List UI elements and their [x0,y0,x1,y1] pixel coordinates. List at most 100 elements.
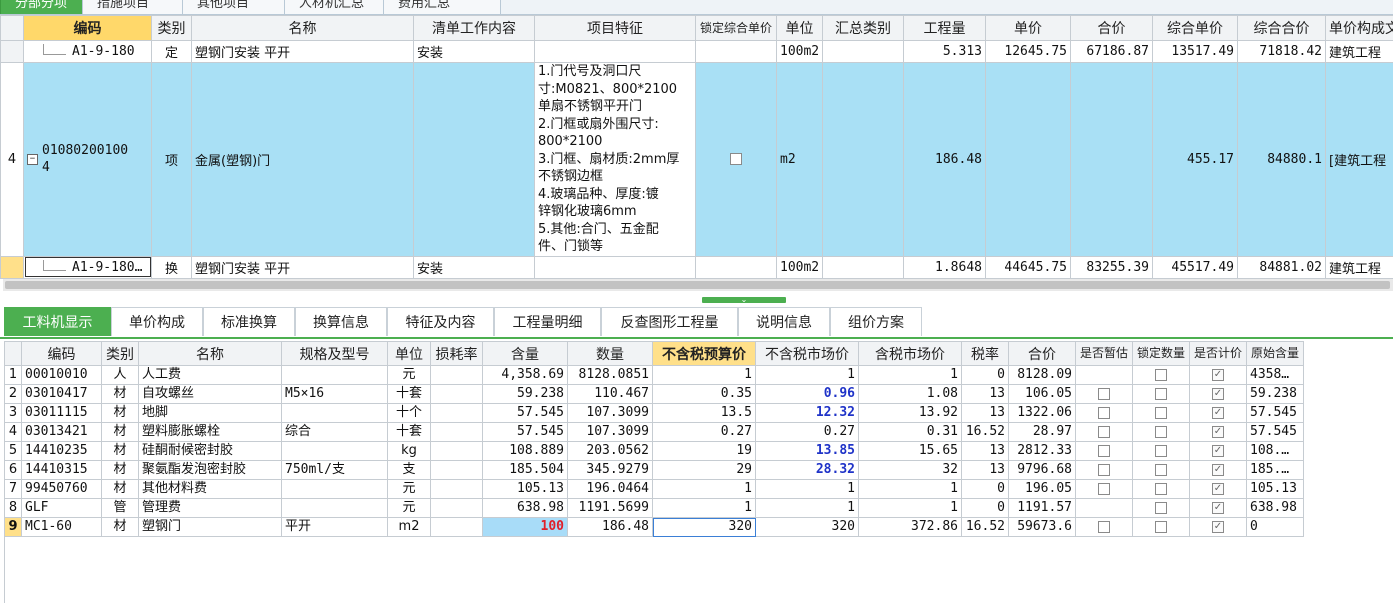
cell-tax-rate[interactable]: 16.52 [961,422,1009,442]
cell-tax-market[interactable]: 15.65 [858,441,962,461]
col-header-code[interactable]: 编码 [23,15,152,41]
provisional-checkbox[interactable] [1098,520,1110,533]
col-header-name[interactable]: 名称 [138,341,282,366]
priced-checkbox[interactable]: ✓ [1212,406,1224,419]
cell-total[interactable]: 1322.06 [1008,403,1076,423]
cell-unit[interactable]: 支 [387,460,431,480]
cell-amount[interactable]: 107.3099 [567,422,653,442]
cell-lock-qty[interactable] [1132,460,1190,480]
cell-is-priced[interactable]: ✓ [1189,460,1247,480]
cell-orig-content[interactable]: 0 [1246,517,1304,537]
cell-spec[interactable] [281,498,388,518]
lock-price-checkbox[interactable] [730,153,742,166]
cell-tax-rate[interactable]: 0 [961,365,1009,385]
priced-checkbox[interactable]: ✓ [1212,444,1224,457]
col-header-is-priced[interactable]: 是否计价 [1189,341,1247,366]
cell-lock-qty[interactable] [1132,441,1190,461]
cell-lock-price[interactable] [695,255,777,279]
cell-spec[interactable]: 综合 [281,422,388,442]
cell-amount[interactable]: 345.9279 [567,460,653,480]
cell-work-content[interactable]: 安装 [413,255,535,279]
priced-checkbox[interactable]: ✓ [1212,482,1224,495]
cell-content[interactable]: 638.98 [482,498,568,518]
table-row[interactable]: 8 GLF 管管理费元 638.98 1191.5699 1 1 1 0 1191.57 ✓ 638.… [4,498,1304,518]
cell-lock-qty[interactable] [1132,384,1190,404]
cell-total[interactable]: 1191.57 [1008,498,1076,518]
provisional-checkbox[interactable] [1098,387,1110,400]
col-header-is-provisional[interactable]: 是否暂估 [1075,341,1133,366]
table-row[interactable]: 6 14410315 材聚氨酯发泡密封胶 750ml/支支 185.504 345.927… [4,460,1304,480]
col-header-lock-price[interactable]: 锁定综合单价 [695,15,777,41]
table-row[interactable]: A1-9-180 定 塑钢门安装 平开 安装 100m2 5.313 12645… [0,40,1393,63]
cell-code[interactable]: 00010010 [21,365,102,385]
cell-orig-content[interactable]: 638.98 [1246,498,1304,518]
cell-orig-content[interactable]: 185.… [1246,460,1304,480]
cell-comp-total[interactable]: 84881.02 [1237,255,1326,279]
cell-is-provisional[interactable] [1075,365,1133,385]
cell-tax-rate[interactable]: 0 [961,479,1009,499]
cell-pre-tax-market[interactable]: 12.32 [755,403,859,423]
cell-is-provisional[interactable] [1075,517,1133,537]
cell-name[interactable]: 金属(塑钢)门 [191,62,414,257]
cell-pre-tax-market[interactable]: 320 [755,517,859,537]
cell-name[interactable]: 管理费 [138,498,282,518]
panel-splitter[interactable]: ⌄ [702,296,786,304]
cell-is-provisional[interactable] [1075,498,1133,518]
cell-orig-content[interactable]: 105.13 [1246,479,1304,499]
tab-conversion-info[interactable]: 换算信息 [295,307,387,336]
col-header-orig-content[interactable]: 原始含量 [1246,341,1304,366]
cell-lock-qty[interactable] [1132,479,1190,499]
cell-total[interactable]: 67186.87 [1070,40,1153,63]
cell-summary-type[interactable] [822,62,904,257]
cell-is-provisional[interactable] [1075,403,1133,423]
col-header-category[interactable]: 类别 [151,15,192,41]
cell-orig-content[interactable]: 4358… [1246,365,1304,385]
cell-is-provisional[interactable] [1075,479,1133,499]
provisional-checkbox[interactable] [1098,425,1110,438]
cell-lock-qty[interactable] [1132,403,1190,423]
priced-checkbox[interactable]: ✓ [1212,425,1224,438]
cell-category[interactable]: 材 [101,422,139,442]
tab-unit-price-composition[interactable]: 单价构成 [111,307,203,336]
tab-labor-material-machine[interactable]: 工料机显示 [4,307,111,336]
col-header-category[interactable]: 类别 [101,341,139,366]
cell-quantity[interactable]: 1.8648 [903,255,986,279]
cell-category[interactable]: 项 [151,62,192,257]
cell-tax-market[interactable]: 372.86 [858,517,962,537]
tab-features-content[interactable]: 特征及内容 [387,307,494,336]
col-header-comp-total[interactable]: 综合合价 [1237,15,1326,41]
cell-is-priced[interactable]: ✓ [1189,479,1247,499]
cell-category[interactable]: 换 [151,255,192,279]
cell-pre-tax-market[interactable]: 13.85 [755,441,859,461]
cell-category[interactable]: 管 [101,498,139,518]
cell-work-content[interactable]: 安装 [413,40,535,63]
cell-is-provisional[interactable] [1075,422,1133,442]
cell-is-priced[interactable]: ✓ [1189,403,1247,423]
lock-qty-checkbox[interactable] [1155,387,1167,400]
cell-name[interactable]: 硅酮耐候密封胶 [138,441,282,461]
priced-checkbox[interactable]: ✓ [1212,368,1224,381]
cell-spec[interactable]: M5×16 [281,384,388,404]
row-number[interactable] [0,255,24,279]
cell-orig-content[interactable]: 59.238 [1246,384,1304,404]
tab-description[interactable]: 说明信息 [738,307,830,336]
cell-is-priced[interactable]: ✓ [1189,365,1247,385]
cell-name[interactable]: 聚氨酯发泡密封胶 [138,460,282,480]
lock-qty-checkbox[interactable] [1155,501,1167,514]
cell-orig-content[interactable]: 108.… [1246,441,1304,461]
row-number[interactable]: 3 [4,403,22,423]
cell-pre-tax-market[interactable]: 1 [755,479,859,499]
col-header-total[interactable]: 合价 [1070,15,1153,41]
col-header-amount[interactable]: 数量 [567,341,653,366]
cell-pre-tax-budget[interactable]: 320 [652,517,756,537]
cell-lock-qty[interactable] [1132,498,1190,518]
cell-features[interactable] [534,40,696,63]
row-number[interactable]: 5 [4,441,22,461]
scrollbar-thumb[interactable] [5,281,1390,289]
cell-code[interactable]: 03011115 [21,403,102,423]
cell-code[interactable]: GLF [21,498,102,518]
cell-comp-unit-price[interactable]: 13517.49 [1152,40,1238,63]
cell-total[interactable]: 59673.6 [1008,517,1076,537]
cell-unit[interactable]: kg [387,441,431,461]
cell-pre-tax-budget[interactable]: 1 [652,365,756,385]
